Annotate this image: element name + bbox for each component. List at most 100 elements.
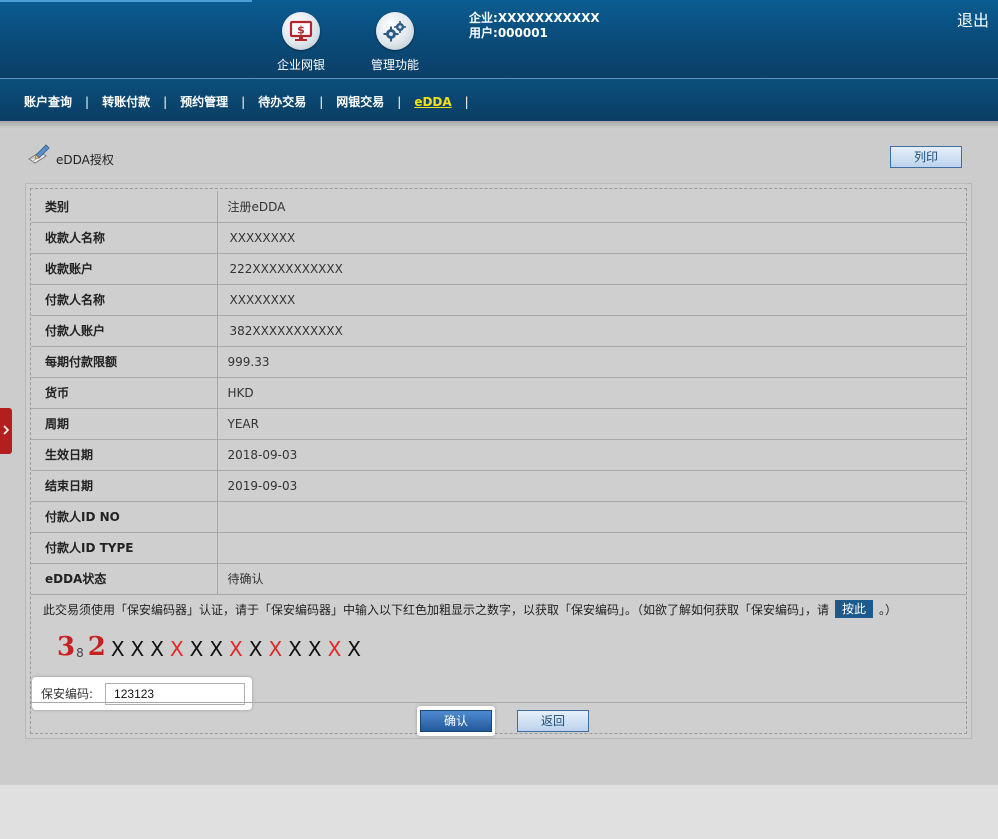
code-char: X	[229, 637, 243, 661]
code-char: X	[150, 637, 164, 661]
field-value	[217, 532, 966, 564]
table-row: 每期付款限额 999.33	[31, 346, 966, 378]
table-row: 类别 注册eDDA	[31, 191, 966, 223]
code-char: X	[248, 637, 263, 661]
code-char: X	[347, 637, 361, 661]
security-notice-end: 。）	[879, 602, 898, 617]
code-char: X	[268, 637, 283, 661]
footer-area	[0, 785, 998, 839]
table-row: 付款人名称 XXXXXXXX	[31, 284, 966, 316]
menu-separator: |	[397, 94, 402, 109]
nav-management-label: 管理功能	[370, 58, 419, 72]
edda-details-table: 类别 注册eDDA 收款人名称 XXXXXXXX 收款账户 222XXXXXXXXXX…	[31, 191, 966, 595]
code-subscript: 8	[76, 646, 84, 660]
code-char: X	[189, 637, 204, 661]
menu-separator: |	[464, 94, 469, 109]
top-header: $ 企业网银 管理功能 企业:XXXXXXXXXXX 用户:000001 退出	[0, 0, 998, 78]
table-row: 周期 YEAR	[31, 408, 966, 440]
menu-shadow	[0, 121, 998, 129]
table-row: eDDA状态 待确认	[31, 563, 966, 595]
main-menu-bar: 账户查询 | 转账付款 | 预约管理 | 待办交易 | 网银交易 | eDDA …	[0, 78, 998, 121]
field-value: 222XXXXXXXXXXX	[217, 253, 966, 285]
table-row: 收款账户 222XXXXXXXXXXX	[31, 253, 966, 285]
code-char: X	[130, 637, 145, 661]
menu-item-online-transactions[interactable]: 网银交易	[336, 93, 384, 110]
field-value: YEAR	[217, 408, 966, 440]
monitor-dollar-icon: $	[282, 12, 320, 50]
logout-link[interactable]: 退出	[957, 7, 989, 31]
edda-detail-panel-inner: 类别 注册eDDA 收款人名称 XXXXXXXX 收款账户 222XXXXXXXXXX…	[30, 188, 967, 736]
svg-text:$: $	[297, 24, 305, 37]
field-value: XXXXXXXX	[217, 284, 966, 316]
table-row: 付款人账户 382XXXXXXXXXXX	[31, 315, 966, 347]
table-row: 收款人名称 XXXXXXXX	[31, 222, 966, 254]
chevron-right-icon	[2, 424, 10, 439]
table-row: 结束日期 2019-09-03	[31, 470, 966, 502]
gears-icon	[376, 12, 414, 50]
menu-separator: |	[85, 94, 90, 109]
company-user-info: 企业:XXXXXXXXXXX 用户:000001	[469, 11, 600, 41]
main-menu: 账户查询 | 转账付款 | 预约管理 | 待办交易 | 网银交易 | eDDA …	[24, 93, 482, 110]
page-title: eDDA授权	[26, 143, 114, 168]
nav-corporate-banking-label: 企业网银	[276, 58, 325, 72]
menu-separator: |	[163, 94, 168, 109]
sidebar-toggle[interactable]	[0, 408, 12, 454]
back-button[interactable]: 返回	[517, 710, 589, 732]
page-title-text: eDDA授权	[56, 153, 114, 167]
security-code-challenge: 3 8 2 XXXXXXXXXXXXX	[57, 634, 367, 660]
menu-item-transfer-payment[interactable]: 转账付款	[102, 93, 150, 110]
nav-corporate-banking[interactable]: $ 企业网银	[261, 12, 341, 73]
field-label: 收款人名称	[31, 222, 218, 254]
company-value: XXXXXXXXXXX	[497, 11, 600, 25]
header-accent-strip	[0, 0, 252, 2]
field-label: 付款人账户	[31, 315, 218, 347]
field-label: 收款账户	[31, 253, 218, 285]
code-char: X	[327, 637, 342, 661]
menu-item-pending-transactions[interactable]: 待办交易	[258, 93, 306, 110]
menu-separator: |	[319, 94, 324, 109]
security-notice: 此交易须使用「保安编码器」认证，请于「保安编码器」中输入以下红色加粗显示之数字，…	[43, 600, 897, 618]
company-label: 企业:	[469, 11, 498, 25]
confirm-button[interactable]: 确认	[420, 710, 492, 732]
field-label: 结束日期	[31, 470, 218, 502]
menu-item-scheduled-management[interactable]: 预约管理	[180, 93, 228, 110]
field-value: XXXXXXXX	[217, 222, 966, 254]
code-char: X	[288, 637, 302, 661]
code-char: X	[169, 637, 184, 661]
code-digit: 3	[57, 632, 76, 662]
menu-item-account-inquiry[interactable]: 账户查询	[24, 93, 72, 110]
menu-item-edda[interactable]: eDDA	[414, 95, 451, 109]
actions-divider	[31, 702, 966, 703]
security-code-field-group: 保安编码:	[32, 677, 252, 710]
field-label: 货币	[31, 377, 218, 409]
press-here-link[interactable]: 按此	[835, 600, 874, 618]
user-label: 用户:	[469, 26, 498, 40]
pen-paper-icon	[26, 143, 52, 168]
edda-detail-panel: 类别 注册eDDA 收款人名称 XXXXXXXX 收款账户 222XXXXXXXXXX…	[25, 183, 972, 739]
field-label: 每期付款限额	[31, 346, 218, 378]
field-value: 注册eDDA	[217, 191, 966, 223]
code-char: X	[110, 637, 125, 661]
print-button[interactable]: 列印	[890, 146, 962, 168]
field-label: 付款人名称	[31, 284, 218, 316]
table-row: 生效日期 2018-09-03	[31, 439, 966, 471]
field-label: 周期	[31, 408, 218, 440]
field-label: 付款人ID NO	[31, 501, 218, 533]
user-line: 用户:000001	[469, 26, 600, 41]
menu-separator: |	[241, 94, 246, 109]
field-value: 2019-09-03	[217, 470, 966, 502]
field-label: 生效日期	[31, 439, 218, 471]
nav-management[interactable]: 管理功能	[355, 12, 435, 73]
code-char: X	[209, 637, 224, 661]
user-value: 000001	[497, 26, 548, 40]
field-label: 类别	[31, 191, 218, 223]
table-row: 货币 HKD	[31, 377, 966, 409]
field-value: 382XXXXXXXXXXX	[217, 315, 966, 347]
field-label: eDDA状态	[31, 563, 218, 595]
field-value: 待确认	[217, 563, 966, 595]
field-value: 999.33	[217, 346, 966, 378]
code-digit: 2	[87, 632, 106, 662]
security-notice-text: 此交易须使用「保安编码器」认证，请于「保安编码器」中输入以下红色加粗显示之数字，…	[43, 602, 830, 617]
table-row: 付款人ID NO	[31, 501, 966, 533]
field-label: 付款人ID TYPE	[31, 532, 218, 564]
